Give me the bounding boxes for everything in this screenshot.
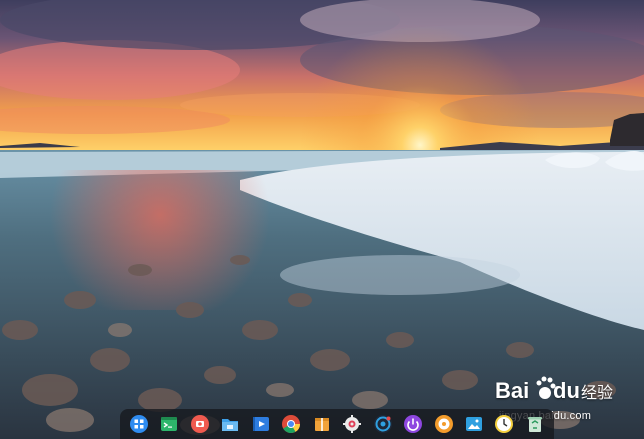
- dock-control-center[interactable]: [341, 413, 363, 435]
- dock-screen-recorder[interactable]: [189, 413, 211, 435]
- dock-terminal[interactable]: [158, 413, 180, 435]
- dock-image-viewer[interactable]: [463, 413, 485, 435]
- dock-power[interactable]: [402, 413, 424, 435]
- dock-launcher[interactable]: [128, 413, 150, 435]
- chrome-icon: [282, 415, 301, 434]
- package-icon: [314, 418, 329, 431]
- dock-archive-manager[interactable]: [311, 413, 333, 435]
- dock-trash[interactable]: [524, 413, 546, 435]
- clock-icon: [495, 415, 514, 433]
- dock-movie-player[interactable]: [250, 413, 272, 435]
- wallpaper: [0, 0, 644, 439]
- movie-icon: [252, 417, 269, 431]
- music-icon: [434, 415, 453, 433]
- record-icon: [190, 415, 209, 433]
- dock-music[interactable]: [433, 413, 455, 435]
- dock-clock[interactable]: [493, 413, 515, 435]
- power-icon: [404, 415, 423, 433]
- store-icon: [373, 415, 392, 433]
- launcher-icon: [130, 415, 148, 433]
- image-icon: [465, 417, 482, 431]
- terminal-icon: [161, 417, 178, 431]
- dock-chrome[interactable]: [280, 413, 302, 435]
- dock-file-manager[interactable]: [219, 413, 241, 435]
- desktop[interactable]: Bai du 经验 jingyan.baidu.com: [0, 0, 644, 439]
- dock: [120, 409, 554, 439]
- dock-app-store[interactable]: [372, 413, 394, 435]
- trash-icon: [527, 417, 542, 432]
- gear-icon: [343, 415, 362, 433]
- folder-icon: [222, 419, 239, 431]
